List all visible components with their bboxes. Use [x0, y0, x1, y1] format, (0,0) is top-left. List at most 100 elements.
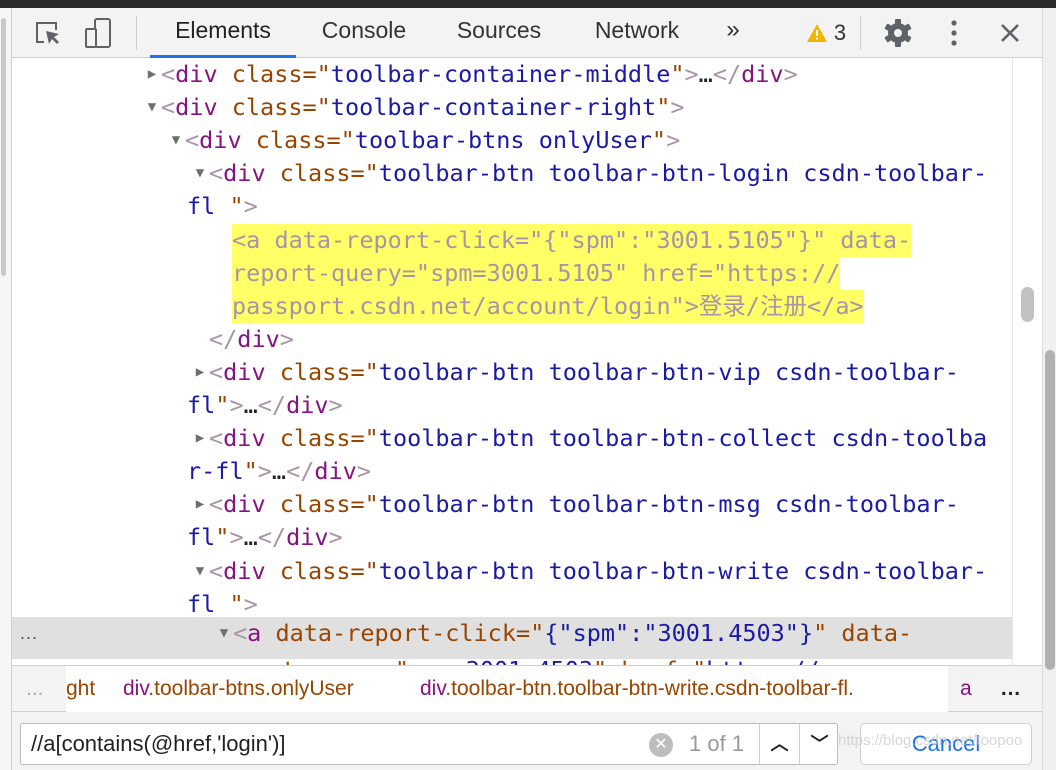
markup-punct: <	[161, 60, 176, 88]
more-tabs-button[interactable]: »	[718, 8, 748, 58]
breadcrumb-item[interactable]: div.toolbar-btns.onlyUser	[123, 666, 354, 712]
node-markup: </div>	[209, 323, 294, 356]
breadcrumb-overflow-right[interactable]: …	[1000, 666, 1021, 712]
dom-node-row[interactable]: fl">…</div>	[12, 389, 1012, 422]
tab-elements[interactable]: Elements	[150, 8, 296, 58]
tag-name: div	[314, 457, 357, 486]
expand-triangle-icon[interactable]: ▶	[145, 58, 159, 91]
dom-node-row[interactable]: r-fl">…</div>	[12, 455, 1012, 488]
expand-triangle-icon[interactable]: ▶	[193, 488, 207, 521]
markup-punct: </	[209, 324, 238, 353]
dom-node-row[interactable]: ▼ <div class="toolbar-btn toolbar-btn-log…	[12, 157, 1012, 190]
dom-tree[interactable]: ▶ <div class="toolbar-container-middle">……	[12, 58, 1012, 665]
outer-scrollbar-thumb[interactable]	[1045, 350, 1055, 670]
expand-triangle-icon[interactable]: ▶	[193, 422, 207, 455]
attr-name: ="	[350, 490, 379, 519]
collapse-triangle-icon[interactable]: ▼	[193, 555, 207, 588]
breadcrumb-item[interactable]: div.toolbar-btn.toolbar-btn-write.csdn-t…	[420, 666, 854, 712]
markup-punct: >	[356, 457, 371, 486]
device-toolbar-icon[interactable]	[82, 16, 116, 50]
search-input-value[interactable]: //a[contains(@href,'login')]	[31, 724, 286, 764]
collapsed-ellipsis: …	[243, 391, 258, 419]
collapse-triangle-icon[interactable]: ▼	[169, 124, 183, 157]
breadcrumb-item[interactable]: a	[960, 666, 972, 712]
dom-node-row[interactable]: fl ">	[12, 190, 1012, 223]
toolbar-divider	[860, 16, 861, 50]
chevron-up-icon[interactable]: ︿	[759, 724, 799, 764]
inspect-element-icon[interactable]	[30, 16, 64, 50]
dom-node-row[interactable]: ▶ <div class="toolbar-btn toolbar-btn-col…	[12, 422, 1012, 455]
collapse-triangle-icon[interactable]: ▼	[145, 91, 159, 124]
dom-tree-scrollbar[interactable]	[1012, 58, 1042, 665]
dom-node-row[interactable]: report-query="spm=3001.4503" href="https…	[12, 654, 1012, 665]
outer-scrollbar[interactable]	[1042, 8, 1056, 770]
warnings-button[interactable]: 3	[796, 16, 856, 50]
crumb-tag: a	[960, 677, 972, 700]
dom-node-row[interactable]: </div>	[12, 323, 1012, 356]
attr-name: class	[265, 159, 351, 188]
dom-node-row[interactable]: passport.csdn.net/account/login">登录/注册</…	[12, 289, 1012, 323]
dom-node-row[interactable]: fl ">	[12, 588, 1012, 621]
tag-name: a	[247, 618, 262, 647]
search-input[interactable]: //a[contains(@href,'login')] ✕ 1 of 1 ︿ …	[20, 723, 838, 765]
dom-node-row[interactable]: report-query="spm=3001.5105" href="https…	[12, 256, 1012, 290]
devtools-toolbar: Elements Console Sources Network » 3	[12, 8, 1042, 58]
attr-name: class	[265, 424, 351, 453]
page-scrollbar-thumb[interactable]	[1, 18, 6, 276]
node-markup: <div class="toolbar-btn toolbar-btn-writ…	[209, 555, 987, 588]
search-bar: //a[contains(@href,'login')] ✕ 1 of 1 ︿ …	[12, 712, 1042, 770]
markup-punct: report-query="spm=3001.5105" href="https…	[232, 258, 841, 287]
dom-node-row[interactable]: fl">…</div>	[12, 521, 1012, 554]
collapsed-ellipsis: …	[698, 60, 713, 88]
more-vertical-icon[interactable]	[942, 16, 966, 50]
collapse-triangle-icon[interactable]: ▼	[217, 617, 231, 649]
chevron-down-icon[interactable]: ﹀	[799, 724, 839, 764]
tag-name: div	[223, 490, 266, 519]
attr-name: ="	[302, 93, 331, 122]
collapse-triangle-icon[interactable]: ▼	[193, 157, 207, 190]
close-icon[interactable]	[994, 16, 1026, 50]
settings-gear-icon[interactable]	[880, 16, 916, 50]
attr-value: https://	[706, 656, 819, 665]
markup-punct: >	[279, 324, 294, 353]
tab-network[interactable]: Network	[580, 8, 694, 58]
dom-node-row-selected[interactable]: ... ▼ <a data-report-click="{"spm":"3001.4…	[12, 616, 1012, 659]
dom-node-row[interactable]: ▼ <div class="toolbar-btn toolbar-btn-wri…	[12, 555, 1012, 588]
cancel-button[interactable]: Cancel	[860, 723, 1032, 765]
markup-punct: >	[243, 192, 258, 221]
markup-punct: <	[233, 618, 248, 647]
dom-node-row[interactable]: ▶ <div class="toolbar-btn toolbar-btn-msg…	[12, 488, 1012, 521]
dom-node-row[interactable]: ▼ <div class="toolbar-container-right">	[12, 91, 1012, 124]
tab-sources[interactable]: Sources	[444, 8, 554, 58]
tab-console[interactable]: Console	[308, 8, 420, 58]
clear-search-icon[interactable]: ✕	[649, 733, 673, 757]
node-markup: fl">…</div>	[187, 389, 343, 422]
attr-name: ="	[350, 556, 379, 585]
expand-triangle-icon[interactable]: ▶	[193, 356, 207, 389]
markup-punct: passport.csdn.net/account/login">登录/注册</…	[232, 291, 864, 320]
attr-name: data-report-click	[261, 618, 516, 647]
node-markup: <div class="toolbar-btn toolbar-btn-vip …	[209, 356, 959, 389]
attr-value: fl	[187, 192, 230, 221]
tag-name: div	[223, 556, 266, 585]
markup-punct: </	[712, 60, 742, 88]
attr-name: ="	[350, 357, 379, 386]
dom-node-row[interactable]: ▶ <div class="toolbar-container-middle">……	[12, 58, 1012, 91]
node-markup: fl ">	[187, 190, 258, 223]
dom-node-row[interactable]: ▼ <div class="toolbar-btns onlyUser">	[12, 124, 1012, 157]
markup-punct: >	[243, 589, 258, 618]
dom-node-row[interactable]: ▶ <div class="toolbar-btn toolbar-btn-vip…	[12, 356, 1012, 389]
attr-value: toolbar-btn toolbar-btn-msg csdn-toolbar…	[378, 490, 959, 519]
attr-name: ="	[350, 424, 379, 453]
markup-punct: <	[161, 93, 176, 122]
search-match-highlight: passport.csdn.net/account/login">登录/注册</…	[232, 289, 864, 323]
node-actions-ellipsis[interactable]: ...	[20, 617, 38, 649]
attr-name: ="	[302, 60, 331, 88]
dom-tree-scrollbar-thumb[interactable]	[1021, 287, 1034, 322]
breadcrumb-overflow-left[interactable]: ...	[26, 666, 44, 712]
tag-name: div	[741, 60, 784, 88]
tag-name: div	[223, 357, 266, 386]
search-match-highlight: <a data-report-click="{"spm":"3001.5105"…	[232, 223, 912, 257]
dom-node-row[interactable]: <a data-report-click="{"spm":"3001.5105"…	[12, 223, 1012, 257]
breadcrumb-item[interactable]: ght	[66, 666, 95, 712]
